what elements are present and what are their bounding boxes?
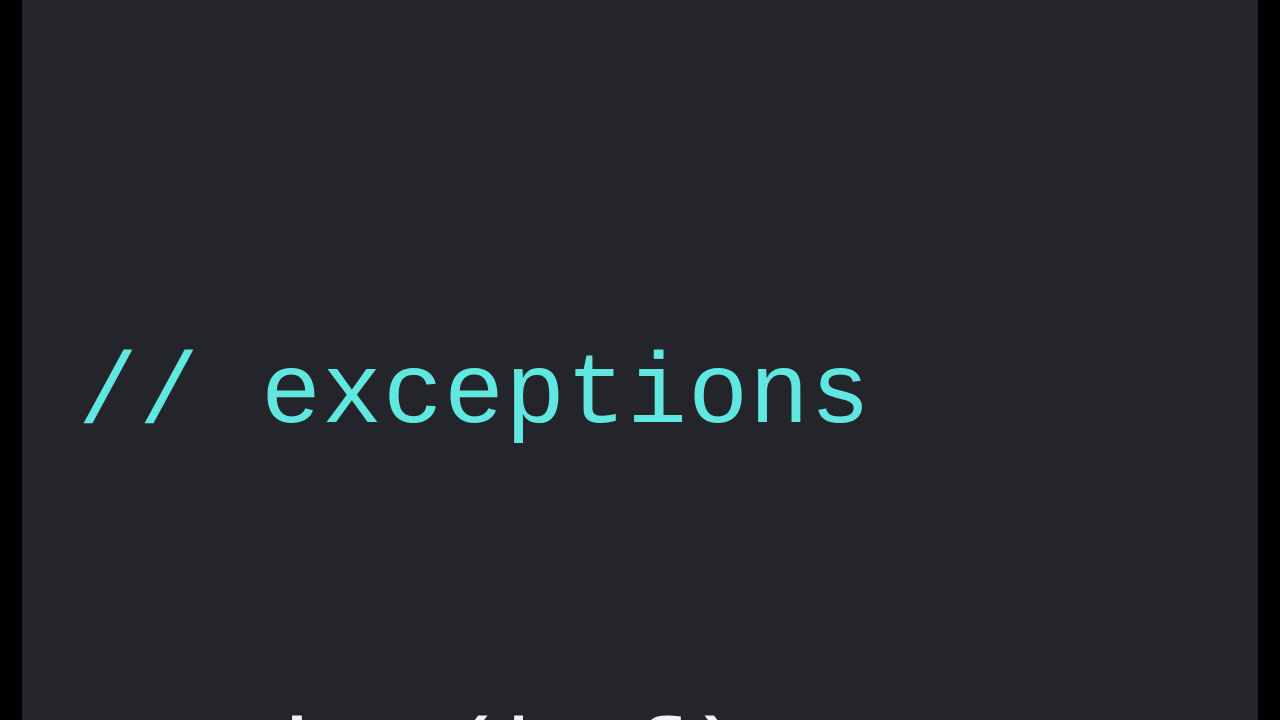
token-comment: // exceptions [78, 340, 871, 453]
code-line: setjmp(buf); [78, 702, 1202, 720]
code-line: // exceptions [78, 336, 1202, 458]
code-editor: // exceptions setjmp(buf); longjmp(buf, … [22, 0, 1258, 720]
outer-frame: // exceptions setjmp(buf); longjmp(buf, … [0, 0, 1280, 720]
token-code: setjmp(buf); [78, 706, 810, 720]
